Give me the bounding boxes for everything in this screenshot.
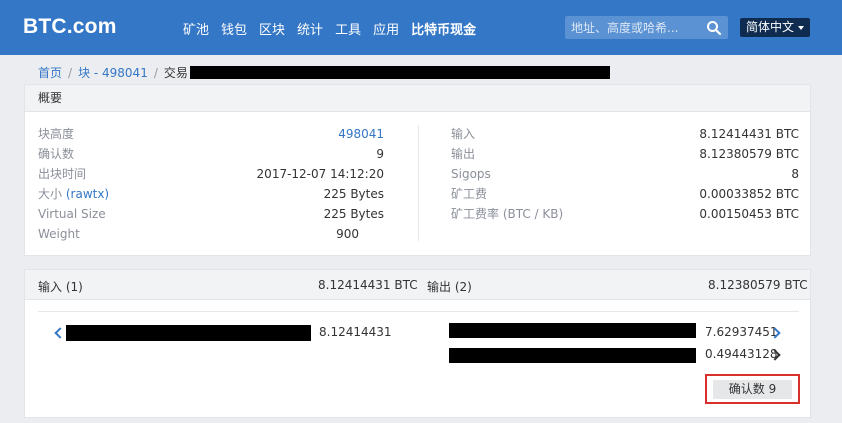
main-nav: 矿池 钱包 区块 统计 工具 应用 比特币现金 — [183, 19, 488, 38]
weight-value: 900 — [336, 227, 359, 241]
rawtx-link[interactable]: (rawtx) — [66, 187, 109, 201]
summary-row: 矿工费率 (BTC / KB) 0.00150453 BTC — [451, 204, 799, 224]
search-box — [565, 16, 728, 39]
label-fee: 矿工费 — [451, 187, 488, 201]
confirmations-button[interactable]: 确认数 9 — [713, 380, 792, 399]
summary-row: Virtual Size 225 Bytes — [38, 204, 384, 224]
nav-item-tools[interactable]: 工具 — [335, 19, 361, 38]
summary-row: Sigops 8 — [451, 164, 799, 184]
fee-value: 0.00033852 BTC — [699, 187, 799, 201]
redacted-output-address[interactable] — [449, 323, 696, 338]
search-icon[interactable] — [706, 20, 722, 36]
label-sigops: Sigops — [451, 167, 491, 181]
column-divider — [418, 125, 419, 241]
nav-item-stats[interactable]: 统计 — [297, 19, 323, 38]
input-value: 8.12414431 BTC — [699, 127, 799, 141]
label-block-time: 出块时间 — [38, 167, 87, 181]
chevron-down-icon — [798, 25, 805, 30]
summary-row: Weight 900 — [38, 224, 359, 244]
summary-row: 输出 8.12380579 BTC — [451, 144, 799, 164]
summary-row: 出块时间 2017-12-07 14:12:20 — [38, 164, 384, 184]
breadcrumb-current: 交易 — [163, 66, 188, 80]
output-value: 8.12380579 BTC — [699, 147, 799, 161]
output-amount: 0.49443128 — [705, 347, 778, 361]
io-header: 输入 (1) 8.12414431 BTC 输出 (2) 8.12380579 … — [25, 270, 810, 300]
label-size-text: 大小 — [38, 187, 63, 201]
label-virtual-size: Virtual Size — [38, 207, 106, 221]
summary-row: 块高度 498041 — [38, 124, 384, 144]
logo[interactable]: BTC.com — [23, 15, 117, 39]
chevron-left-icon[interactable] — [54, 327, 66, 339]
inputs-total: 8.12414431 BTC — [318, 278, 418, 292]
label-weight: Weight — [38, 227, 80, 241]
breadcrumb-home[interactable]: 首页 — [38, 64, 62, 81]
sigops-value: 8 — [791, 167, 799, 181]
summary-row: 大小 (rawtx) 225 Bytes — [38, 184, 384, 204]
label-block-height: 块高度 — [38, 127, 75, 141]
language-selector[interactable]: 简体中文 — [740, 18, 811, 37]
summary-row: 确认数 9 — [38, 144, 384, 164]
nav-item-wallet[interactable]: 钱包 — [221, 19, 247, 38]
outputs-label: 输出 (2) — [427, 280, 472, 294]
nav-item-pool[interactable]: 矿池 — [183, 19, 209, 38]
block-time-value: 2017-12-07 14:12:20 — [256, 167, 384, 181]
confirmations-value: 9 — [376, 147, 384, 161]
redacted-tx-hash — [189, 66, 610, 79]
size-value: 225 Bytes — [323, 187, 384, 201]
fee-rate-value: 0.00150453 BTC — [699, 207, 799, 221]
breadcrumb-block[interactable]: 块 - 498041 — [78, 64, 148, 81]
language-label: 简体中文 — [746, 20, 795, 34]
outputs-total: 8.12380579 BTC — [708, 278, 808, 292]
inputs-label: 输入 (1) — [38, 280, 83, 294]
summary-row: 矿工费 0.00033852 BTC — [451, 184, 799, 204]
summary-title: 概要 — [25, 85, 810, 112]
output-amount: 7.62937451 — [705, 325, 778, 339]
virtual-size-value: 225 Bytes — [323, 207, 384, 221]
label-size: 大小 (rawtx) — [38, 184, 109, 204]
label-output: 输出 — [451, 147, 476, 161]
label-fee-rate: 矿工费率 (BTC / KB) — [451, 207, 564, 221]
breadcrumb-separator: / — [153, 65, 158, 80]
confirmations-highlight: 确认数 9 — [705, 374, 800, 404]
label-input: 输入 — [451, 127, 476, 141]
nav-item-apps[interactable]: 应用 — [373, 19, 399, 38]
io-divider — [38, 311, 799, 312]
summary-row: 输入 8.12414431 BTC — [451, 124, 799, 144]
search-input[interactable] — [565, 16, 700, 39]
summary-panel: 概要 块高度 498041 确认数 9 出块时间 2017-12-07 14:1… — [24, 84, 811, 256]
top-header: BTC.com 矿池 钱包 区块 统计 工具 应用 比特币现金 简体中文 — [0, 0, 842, 55]
redacted-output-address[interactable] — [449, 348, 696, 363]
redacted-input-address[interactable] — [66, 325, 311, 341]
breadcrumb: 首页 / 块 - 498041 / 交易 — [38, 64, 610, 81]
nav-item-bitcoin-cash[interactable]: 比特币现金 — [411, 19, 476, 38]
input-amount: 8.12414431 — [319, 325, 392, 339]
breadcrumb-separator: / — [68, 65, 73, 80]
nav-item-blocks[interactable]: 区块 — [259, 19, 285, 38]
label-confirmations: 确认数 — [38, 147, 75, 161]
io-panel: 输入 (1) 8.12414431 BTC 输出 (2) 8.12380579 … — [24, 269, 811, 418]
block-height-link[interactable]: 498041 — [338, 124, 384, 144]
